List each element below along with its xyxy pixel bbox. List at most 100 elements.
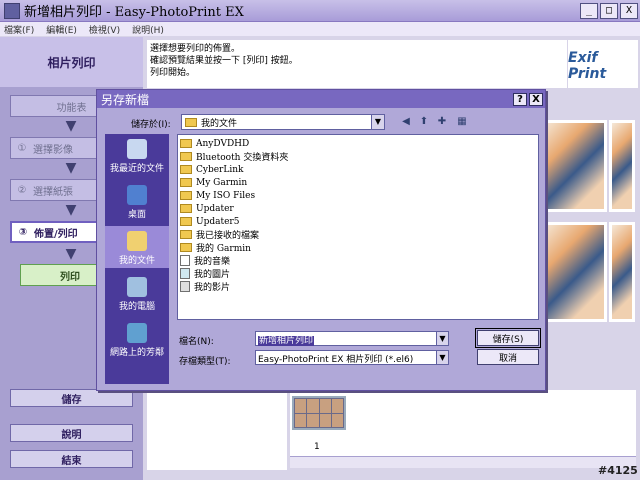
window-title: 新增相片列印 - Easy-PhotoPrint EX: [24, 5, 244, 20]
place-my-computer[interactable]: 我的電腦: [105, 272, 169, 314]
file-name: My ISO Files: [196, 190, 256, 201]
file-list-item[interactable]: 我的音樂: [180, 254, 536, 267]
step-label: 選擇紙張: [33, 186, 73, 198]
chevron-down-icon[interactable]: ▼: [371, 115, 384, 129]
menu-edit[interactable]: 編輯(E): [46, 23, 77, 36]
file-name: 我的 Garmin: [196, 244, 251, 254]
horizontal-scrollbar[interactable]: [290, 456, 636, 468]
file-name: 我的影片: [194, 283, 231, 293]
exit-button[interactable]: 結束: [10, 450, 133, 468]
arrow-down-icon: ▼: [65, 118, 77, 134]
thumbnail-strip: 1: [290, 390, 636, 466]
folder-icon: [180, 230, 192, 239]
video-folder-icon: [180, 281, 190, 292]
dialog-title: 另存新檔: [101, 92, 150, 107]
photo-preview: [609, 222, 635, 322]
folder-icon: [180, 204, 192, 213]
chevron-down-icon[interactable]: ▼: [436, 332, 448, 345]
place-my-documents[interactable]: 我的文件: [105, 226, 169, 268]
file-name: 我的圖片: [194, 270, 231, 280]
filetype-dropdown[interactable]: Easy-PhotoPrint EX 相片列印 (*.el6) ▼: [255, 350, 449, 365]
chevron-down-icon[interactable]: ▼: [436, 351, 448, 364]
folder-icon: [180, 243, 192, 252]
step-number: ①: [17, 142, 27, 154]
file-name: CyberLink: [196, 164, 244, 175]
arrow-down-icon: ▼: [65, 202, 77, 218]
folder-icon: [180, 178, 192, 187]
dialog-cancel-button[interactable]: 取消: [477, 349, 539, 365]
save-as-dialog: 另存新檔 ? X 儲存於(I): 我的文件 ▼ ◀ ⬆ ✚ ▦ 我最近的文件 桌…: [96, 89, 546, 391]
new-folder-icon[interactable]: ✚: [435, 116, 449, 128]
place-label: 我的電腦: [118, 302, 155, 312]
network-icon: [127, 323, 147, 343]
step-number: ②: [17, 184, 27, 196]
dialog-close-button[interactable]: X: [529, 92, 543, 106]
file-list-item[interactable]: 我的圖片: [180, 267, 536, 280]
file-list-item[interactable]: AnyDVDHD: [180, 137, 536, 150]
file-list-item[interactable]: 我的影片: [180, 280, 536, 293]
save-in-value: 我的文件: [201, 118, 238, 129]
save-in-label: 儲存於(I):: [131, 120, 171, 130]
minimize-button[interactable]: _: [580, 2, 598, 19]
place-recent[interactable]: 我最近的文件: [105, 134, 169, 176]
file-name: AnyDVDHD: [196, 138, 250, 149]
file-name: Bluetooth 交換資料夾: [196, 153, 289, 163]
filetype-label: 存檔類型(T):: [179, 357, 231, 367]
file-list-item[interactable]: 我已接收的檔案: [180, 228, 536, 241]
save-in-dropdown[interactable]: 我的文件 ▼: [181, 114, 385, 130]
file-name: My Garmin: [196, 177, 248, 188]
up-folder-icon[interactable]: ⬆: [417, 116, 431, 128]
close-button[interactable]: X: [620, 2, 638, 19]
save-button[interactable]: 儲存: [10, 389, 133, 407]
back-icon[interactable]: ◀: [399, 116, 413, 128]
folder-icon: [180, 165, 192, 174]
filename-label: 檔名(N):: [179, 337, 214, 347]
maximize-button[interactable]: □: [600, 2, 618, 19]
menu-view[interactable]: 檢視(V): [89, 23, 120, 36]
file-list-item[interactable]: Updater5: [180, 215, 536, 228]
filename-value: 新增相片列印: [258, 336, 315, 346]
file-list-item[interactable]: My ISO Files: [180, 189, 536, 202]
arrow-down-icon: ▼: [65, 160, 77, 176]
instruction-line: 選擇想要列印的佈置。: [150, 44, 241, 54]
filename-input[interactable]: 新增相片列印 ▼: [255, 331, 449, 346]
place-label: 我最近的文件: [109, 164, 164, 174]
recent-documents-icon: [127, 139, 147, 159]
step-label: 選擇影像: [33, 144, 73, 156]
app-icon: [4, 2, 20, 19]
step-number: ③: [18, 226, 28, 238]
menu-help[interactable]: 說明(H): [132, 23, 164, 36]
file-name: Updater: [196, 203, 234, 214]
watermark: #4125: [598, 464, 638, 477]
help-button[interactable]: 說明: [10, 424, 133, 442]
folder-icon: [185, 117, 197, 127]
place-label: 網路上的芳鄰: [109, 348, 164, 358]
panel-header: 相片列印: [0, 37, 143, 87]
view-menu-icon[interactable]: ▦: [455, 116, 469, 128]
instruction-line: 列印開始。: [150, 68, 196, 78]
page-thumbnail[interactable]: [292, 396, 346, 430]
page-number: 1: [314, 442, 320, 452]
place-desktop[interactable]: 桌面: [105, 180, 169, 222]
folder-icon: [180, 217, 192, 226]
file-list-item[interactable]: Bluetooth 交換資料夾: [180, 150, 536, 163]
place-label: 我的文件: [118, 256, 155, 266]
file-list-item[interactable]: 我的 Garmin: [180, 241, 536, 254]
photo-preview: [541, 222, 607, 322]
file-list-item[interactable]: CyberLink: [180, 163, 536, 176]
help-icon[interactable]: ?: [513, 92, 527, 106]
file-list-item[interactable]: My Garmin: [180, 176, 536, 189]
folder-icon: [180, 152, 192, 161]
places-bar: 我最近的文件 桌面 我的文件 我的電腦 網路上的芳鄰: [105, 134, 169, 384]
file-list[interactable]: AnyDVDHD Bluetooth 交換資料夾 CyberLink My Ga…: [177, 134, 539, 320]
my-computer-icon: [127, 277, 147, 297]
file-name: Updater5: [196, 216, 240, 227]
place-network[interactable]: 網路上的芳鄰: [105, 318, 169, 360]
desktop-icon: [127, 185, 147, 205]
file-name: 我的音樂: [194, 257, 231, 267]
exif-print-logo: Exif Print: [568, 40, 638, 88]
file-list-item[interactable]: Updater: [180, 202, 536, 215]
dialog-save-button[interactable]: 儲存(S): [475, 328, 541, 348]
menu-file[interactable]: 檔案(F): [4, 23, 34, 36]
place-label: 桌面: [127, 210, 146, 220]
